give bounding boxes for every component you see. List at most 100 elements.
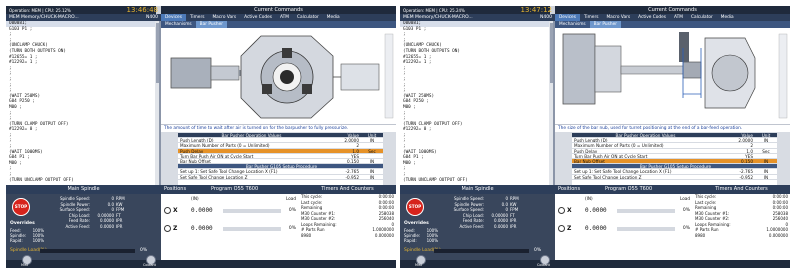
subtab-bar-pusher[interactable]: Bar Pusher — [195, 21, 227, 28]
axis-load-value: 0% — [682, 208, 690, 213]
header-value: Value — [347, 133, 360, 138]
tab-calculator[interactable]: Calculator — [687, 14, 717, 21]
row-unit — [361, 143, 383, 147]
row-value: YES — [351, 153, 359, 159]
axis-value: 0.0000 — [585, 207, 607, 214]
main-spindle-title: Main Spindle — [6, 185, 161, 194]
main-spindle-panel: STOP Overrides Feed: 100% Spindle: 100% Ra… — [400, 194, 555, 260]
row-name: Push Length (D) — [180, 138, 214, 143]
timer-value: 0.000000 — [768, 232, 788, 238]
scrollbar-thumb[interactable] — [155, 23, 159, 83]
cnc-screen-left: Operation: MEM | CPU: 25.12% 13:46:48 ME… — [6, 6, 396, 268]
axis-load-bar — [223, 227, 281, 231]
table-row[interactable]: Set Safe Tool Change Location Z -0.952 I… — [572, 175, 777, 180]
row-unit: IN — [763, 174, 769, 180]
program-listing[interactable]: O00081; G103 P1 ;;; (UNCLAMP CHUCK) (TURN B… — [6, 21, 161, 185]
positions-title: Positions — [164, 186, 187, 192]
subtab-mechanisms[interactable]: Mechanisms — [161, 21, 196, 28]
row-value: 2.0000 — [344, 138, 359, 144]
tab-devices[interactable]: Devices — [161, 14, 186, 21]
tab-active-codes[interactable]: Active Codes — [240, 14, 276, 21]
axis-name: Z — [173, 225, 178, 232]
operation-values-table: Bar Pusher Operation Values Value Unit P… — [572, 133, 777, 185]
tab-media[interactable]: Media — [717, 14, 738, 21]
program-scrollbar[interactable] — [549, 21, 553, 185]
row-value: -0.952 — [739, 174, 754, 180]
program-title-bar[interactable]: MEM Memory/CHUCK-MACRO... N400 — [6, 14, 161, 21]
tab-atm[interactable]: ATM — [276, 14, 293, 21]
spindle-readouts: Spindle Speed: 0 RPM Spindle Power: 0.0 KW S… — [440, 196, 552, 230]
spindle-row-unit: IPR — [116, 223, 123, 229]
axis-row-x[interactable]: X 0.0000 0% — [161, 206, 299, 216]
spindle-load: Spindle Load(%) 0% — [10, 247, 160, 255]
program-number: N400 — [146, 15, 158, 20]
stop-icon[interactable]: STOP — [12, 198, 30, 216]
row-value: 2.0000 — [738, 138, 753, 144]
spindle-load-value: 0% — [534, 248, 542, 253]
row-unit: IN — [763, 138, 769, 144]
timers-panel: This cycle: 0:00:00 Last cycle: 0:00:00 Re… — [693, 194, 790, 260]
positions-title-bar: Positions Program O55 T600 — [161, 185, 299, 194]
program-title: MEM Memory/CHUCK-MACRO... — [403, 15, 473, 20]
axis-row-x[interactable]: X 0.0000 0% — [555, 206, 693, 216]
coolant-label: Coolant — [537, 263, 551, 267]
tab-active-codes[interactable]: Active Codes — [634, 14, 670, 21]
table-row[interactable]: Set Safe Tool Change Location Z -0.952 I… — [178, 175, 383, 180]
spindle-row-value: 0.0000 — [494, 223, 508, 229]
coolant-label: Coolant — [143, 263, 157, 267]
bar-pusher-diagram — [555, 28, 790, 124]
positions-header: (IN) Load — [555, 196, 693, 202]
command-tabs: Devices Timers Macro Vars Active Codes A… — [161, 14, 396, 21]
tab-calculator[interactable]: Calculator — [293, 14, 323, 21]
tab-timers[interactable]: Timers — [186, 14, 209, 21]
override-rapid: Rapid: 100% — [10, 238, 44, 243]
axis-row-z[interactable]: Z 0.0000 0% — [161, 224, 299, 234]
axis-load-value: 0% — [288, 226, 296, 231]
axis-load-value: 0% — [288, 208, 296, 213]
header-unit: Unit — [367, 133, 377, 138]
program-scrollbar[interactable] — [155, 21, 159, 185]
parameter-description: The amount of time to wait after air is … — [161, 124, 396, 132]
tab-devices[interactable]: Devices — [555, 14, 580, 21]
tab-macro-vars[interactable]: Macro Vars — [602, 14, 634, 21]
axis-load-bar — [223, 209, 281, 213]
override-rapid: Rapid: 100% — [404, 238, 438, 243]
program-lines: O00081; G103 P1 ;;; (UNCLAMP CHUCK) (TURN B… — [6, 21, 159, 183]
row-name: Bar Nub Offset — [574, 158, 605, 164]
device-subtabs: Mechanisms Bar Pusher — [555, 21, 790, 28]
current-commands-title: Current Commands — [161, 6, 396, 14]
lathe-illustration — [555, 28, 790, 124]
clock: 13:47:12 — [520, 6, 552, 14]
mist-label: Mist — [415, 263, 422, 267]
header-unit: Unit — [761, 133, 771, 138]
spindle-row: Active Feed: 0.0000 IPR — [46, 224, 158, 230]
row-unit: IN — [369, 138, 375, 144]
subtab-bar-pusher[interactable]: Bar Pusher — [589, 21, 621, 28]
program-lines: O00081; G103 P1 ;;; (UNCLAMP CHUCK) (TURN B… — [400, 21, 553, 183]
axis-load-bar — [617, 209, 675, 213]
program-line[interactable]: (TURN UNCLAMP OUTPUT OFF) — [6, 178, 159, 184]
timer-row: 8980 0.000000 — [299, 233, 396, 239]
scrollbar-thumb[interactable] — [549, 23, 553, 83]
tab-timers[interactable]: Timers — [580, 14, 603, 21]
axis-indicator-icon — [558, 207, 565, 214]
tab-macro-vars[interactable]: Macro Vars — [208, 14, 240, 21]
program-title-bar[interactable]: MEM Memory/CHUCK-MACRO... N400 — [400, 14, 555, 21]
axis-row-z[interactable]: Z 0.0000 0% — [555, 224, 693, 234]
operation-values-table: Bar Pusher Operation Values Value Unit P… — [178, 133, 383, 185]
stop-icon[interactable]: STOP — [406, 198, 424, 216]
axis-load-value: 0% — [682, 226, 690, 231]
tab-media[interactable]: Media — [323, 14, 344, 21]
timer-label: 8980 — [695, 232, 706, 238]
row-value: 0.150 — [741, 158, 753, 164]
override-label: Rapid: — [10, 238, 23, 243]
subtab-mechanisms[interactable]: Mechanisms — [555, 21, 590, 28]
overrides-title: Overrides — [404, 221, 429, 226]
timers-panel: This cycle: 0:00:00 Last cycle: 0:00:00 Re… — [299, 194, 396, 260]
tab-atm[interactable]: ATM — [670, 14, 687, 21]
axis-name: X — [173, 207, 178, 214]
program-line[interactable]: (TURN UNCLAMP OUTPUT OFF) — [400, 178, 553, 184]
program-listing[interactable]: O00081; G103 P1 ;;; (UNCLAMP CHUCK) (TURN B… — [400, 21, 555, 185]
spindle-readouts: Spindle Speed: 0 RPM Spindle Power: 0.0 KW S… — [46, 196, 158, 230]
row-name: Push Delay — [180, 148, 204, 153]
